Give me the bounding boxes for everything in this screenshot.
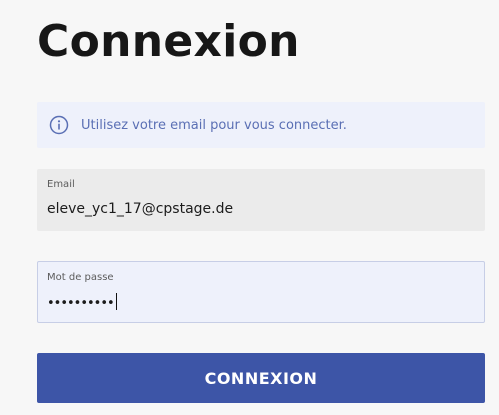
page-title: Connexion — [37, 16, 300, 67]
login-page: Connexion Utilisez votre email pour vous… — [0, 0, 499, 415]
email-field[interactable]: Email eleve_yc1_17@cpstage.de — [37, 169, 485, 231]
password-label: Mot de passe — [47, 272, 114, 283]
password-masked-text: •••••••••• — [47, 296, 115, 311]
info-message: Utilisez votre email pour vous connecter… — [81, 117, 347, 133]
login-button[interactable]: CONNEXION — [37, 353, 485, 403]
info-circle-icon — [49, 115, 69, 135]
email-value[interactable]: eleve_yc1_17@cpstage.de — [47, 201, 233, 217]
text-caret — [115, 293, 117, 310]
password-value[interactable]: •••••••••• — [47, 293, 117, 311]
email-label: Email — [47, 179, 75, 190]
password-field[interactable]: Mot de passe •••••••••• — [37, 261, 485, 323]
info-banner: Utilisez votre email pour vous connecter… — [37, 102, 485, 148]
